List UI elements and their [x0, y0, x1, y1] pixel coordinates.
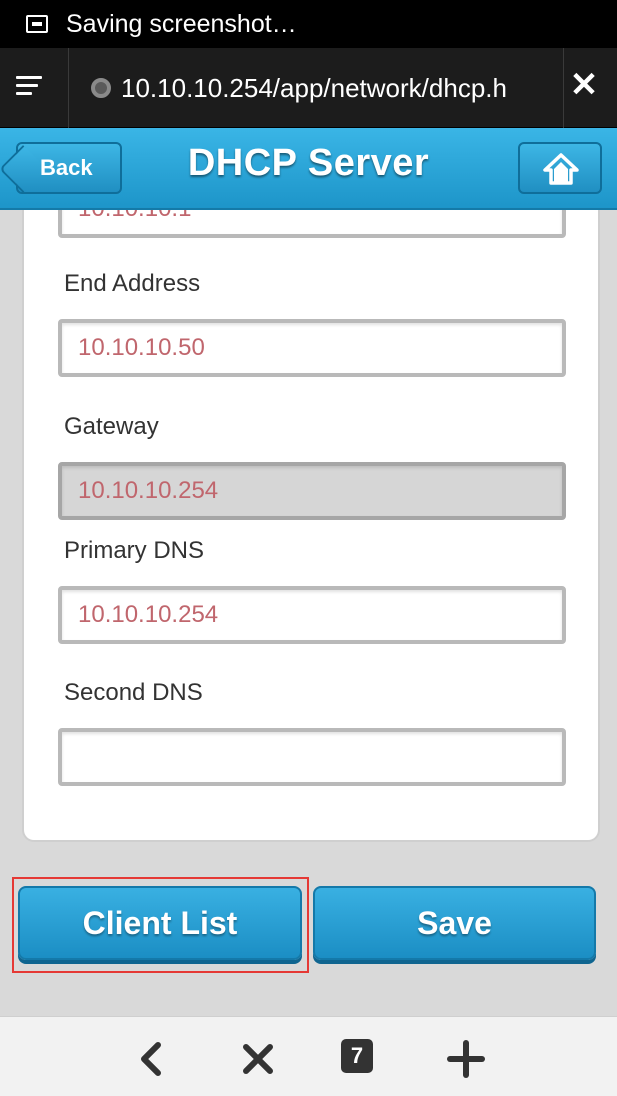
screenshot-icon: [26, 15, 48, 33]
home-button[interactable]: [518, 142, 602, 194]
url-bar[interactable]: 10.10.10.254/app/network/dhcp.h: [68, 48, 564, 128]
close-icon[interactable]: ✕: [569, 68, 599, 102]
start-address-input[interactable]: 10.10.10.1: [58, 210, 566, 238]
end-address-input[interactable]: 10.10.10.50: [58, 319, 566, 377]
primary-dns-label: Primary DNS: [64, 537, 205, 564]
second-dns-input[interactable]: [58, 728, 566, 786]
browser-toolbar: 10.10.10.254/app/network/dhcp.h ✕: [0, 48, 617, 176]
save-button[interactable]: Save: [313, 886, 596, 960]
status-notification: Saving screenshot…: [66, 9, 297, 38]
new-tab-plus-icon[interactable]: [446, 1039, 486, 1079]
end-address-label: End Address: [64, 270, 201, 297]
gateway-label: Gateway: [64, 413, 159, 440]
menu-icon[interactable]: [16, 76, 42, 100]
dhcp-form-card: 10.10.10.1 End Address 10.10.10.50 Gatew…: [22, 210, 600, 842]
back-arrow-icon[interactable]: [132, 1039, 172, 1079]
tab-count-icon[interactable]: 7: [341, 1039, 373, 1073]
back-button-label: Back: [40, 155, 93, 180]
bottom-nav: 7: [0, 1016, 617, 1096]
second-dns-label: Second DNS: [64, 679, 203, 706]
app-header: Back DHCP Server: [0, 128, 617, 210]
primary-dns-input[interactable]: 10.10.10.254: [58, 586, 566, 644]
url-text[interactable]: 10.10.10.254/app/network/dhcp.h: [121, 73, 561, 104]
gateway-input: 10.10.10.254: [58, 462, 566, 520]
status-bar: Saving screenshot…: [0, 0, 617, 48]
highlight-box: [12, 877, 309, 973]
home-icon: [543, 153, 579, 185]
close-tab-icon[interactable]: [238, 1039, 278, 1079]
site-info-icon[interactable]: [91, 78, 111, 98]
